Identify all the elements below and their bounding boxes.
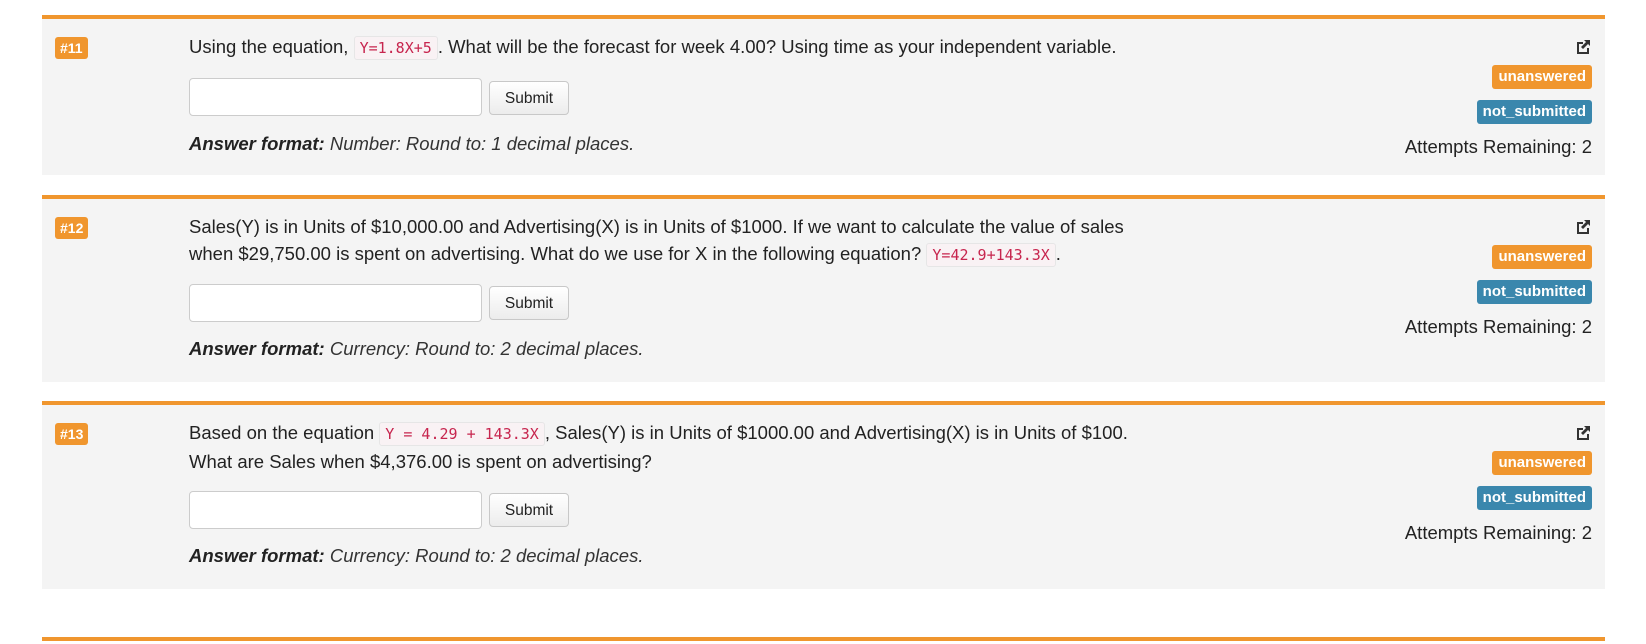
answer-format: Answer format: Currency: Round to: 2 dec… xyxy=(189,338,644,359)
question-number-badge: #13 xyxy=(55,423,89,445)
attempts-remaining: Attempts Remaining: 2 xyxy=(1404,136,1592,157)
question-11: #11 Using the equation, Y=1.8X+5. What w… xyxy=(42,15,1605,175)
question-text: Based on the equation Y = 4.29 + 143.3X,… xyxy=(189,422,1128,472)
question-number-badge: #11 xyxy=(55,37,88,59)
equation-code: Y=1.8X+5 xyxy=(353,36,438,60)
question-13: #13 Based on the equation Y = 4.29 + 143… xyxy=(42,401,1605,589)
share-icon[interactable] xyxy=(1574,424,1592,442)
question-number-badge: #12 xyxy=(55,217,89,239)
answer-input[interactable] xyxy=(189,491,482,529)
share-icon[interactable] xyxy=(1574,38,1592,56)
status-unanswered-badge: unanswered xyxy=(1492,65,1592,89)
answer-format: Answer format: Number: Round to: 1 decim… xyxy=(189,133,635,154)
question-text: Using the equation, Y=1.8X+5. What will … xyxy=(189,33,1189,62)
status-not-submitted-badge: not_submitted xyxy=(1476,280,1592,304)
submit-button[interactable]: Submit xyxy=(489,493,569,527)
submit-button[interactable]: Submit xyxy=(489,286,569,320)
answer-format: Answer format: Currency: Round to: 2 dec… xyxy=(189,545,644,566)
status-unanswered-badge: unanswered xyxy=(1492,245,1592,269)
next-question-divider xyxy=(42,637,1605,641)
attempts-remaining: Attempts Remaining: 2 xyxy=(1404,522,1592,543)
status-unanswered-badge: unanswered xyxy=(1492,451,1592,475)
status-not-submitted-badge: not_submitted xyxy=(1476,486,1592,510)
equation-code: Y=42.9+143.3X xyxy=(926,243,1056,267)
share-icon[interactable] xyxy=(1574,218,1592,236)
status-not-submitted-badge: not_submitted xyxy=(1476,100,1592,124)
answer-input[interactable] xyxy=(189,78,482,116)
attempts-remaining: Attempts Remaining: 2 xyxy=(1404,316,1592,337)
question-text: Sales(Y) is in Units of $10,000.00 and A… xyxy=(189,213,1149,269)
question-12: #12 Sales(Y) is in Units of $10,000.00 a… xyxy=(42,195,1605,382)
submit-button[interactable]: Submit xyxy=(489,81,569,115)
answer-input[interactable] xyxy=(189,284,482,322)
equation-code: Y = 4.29 + 143.3X xyxy=(379,422,545,446)
